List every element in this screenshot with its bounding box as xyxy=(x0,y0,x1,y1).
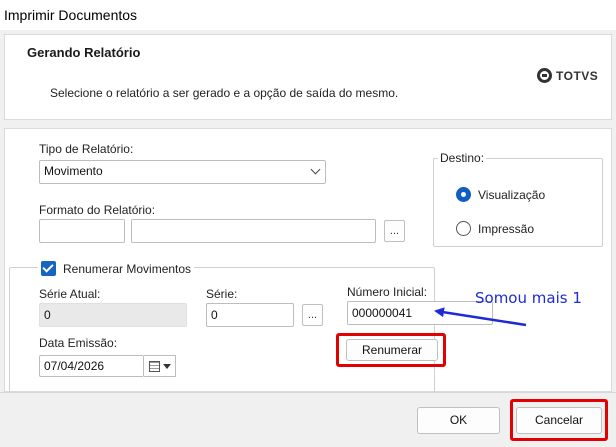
annotation-arrow xyxy=(434,307,527,327)
ok-button[interactable]: OK xyxy=(417,407,500,434)
cancel-highlight xyxy=(510,399,608,441)
